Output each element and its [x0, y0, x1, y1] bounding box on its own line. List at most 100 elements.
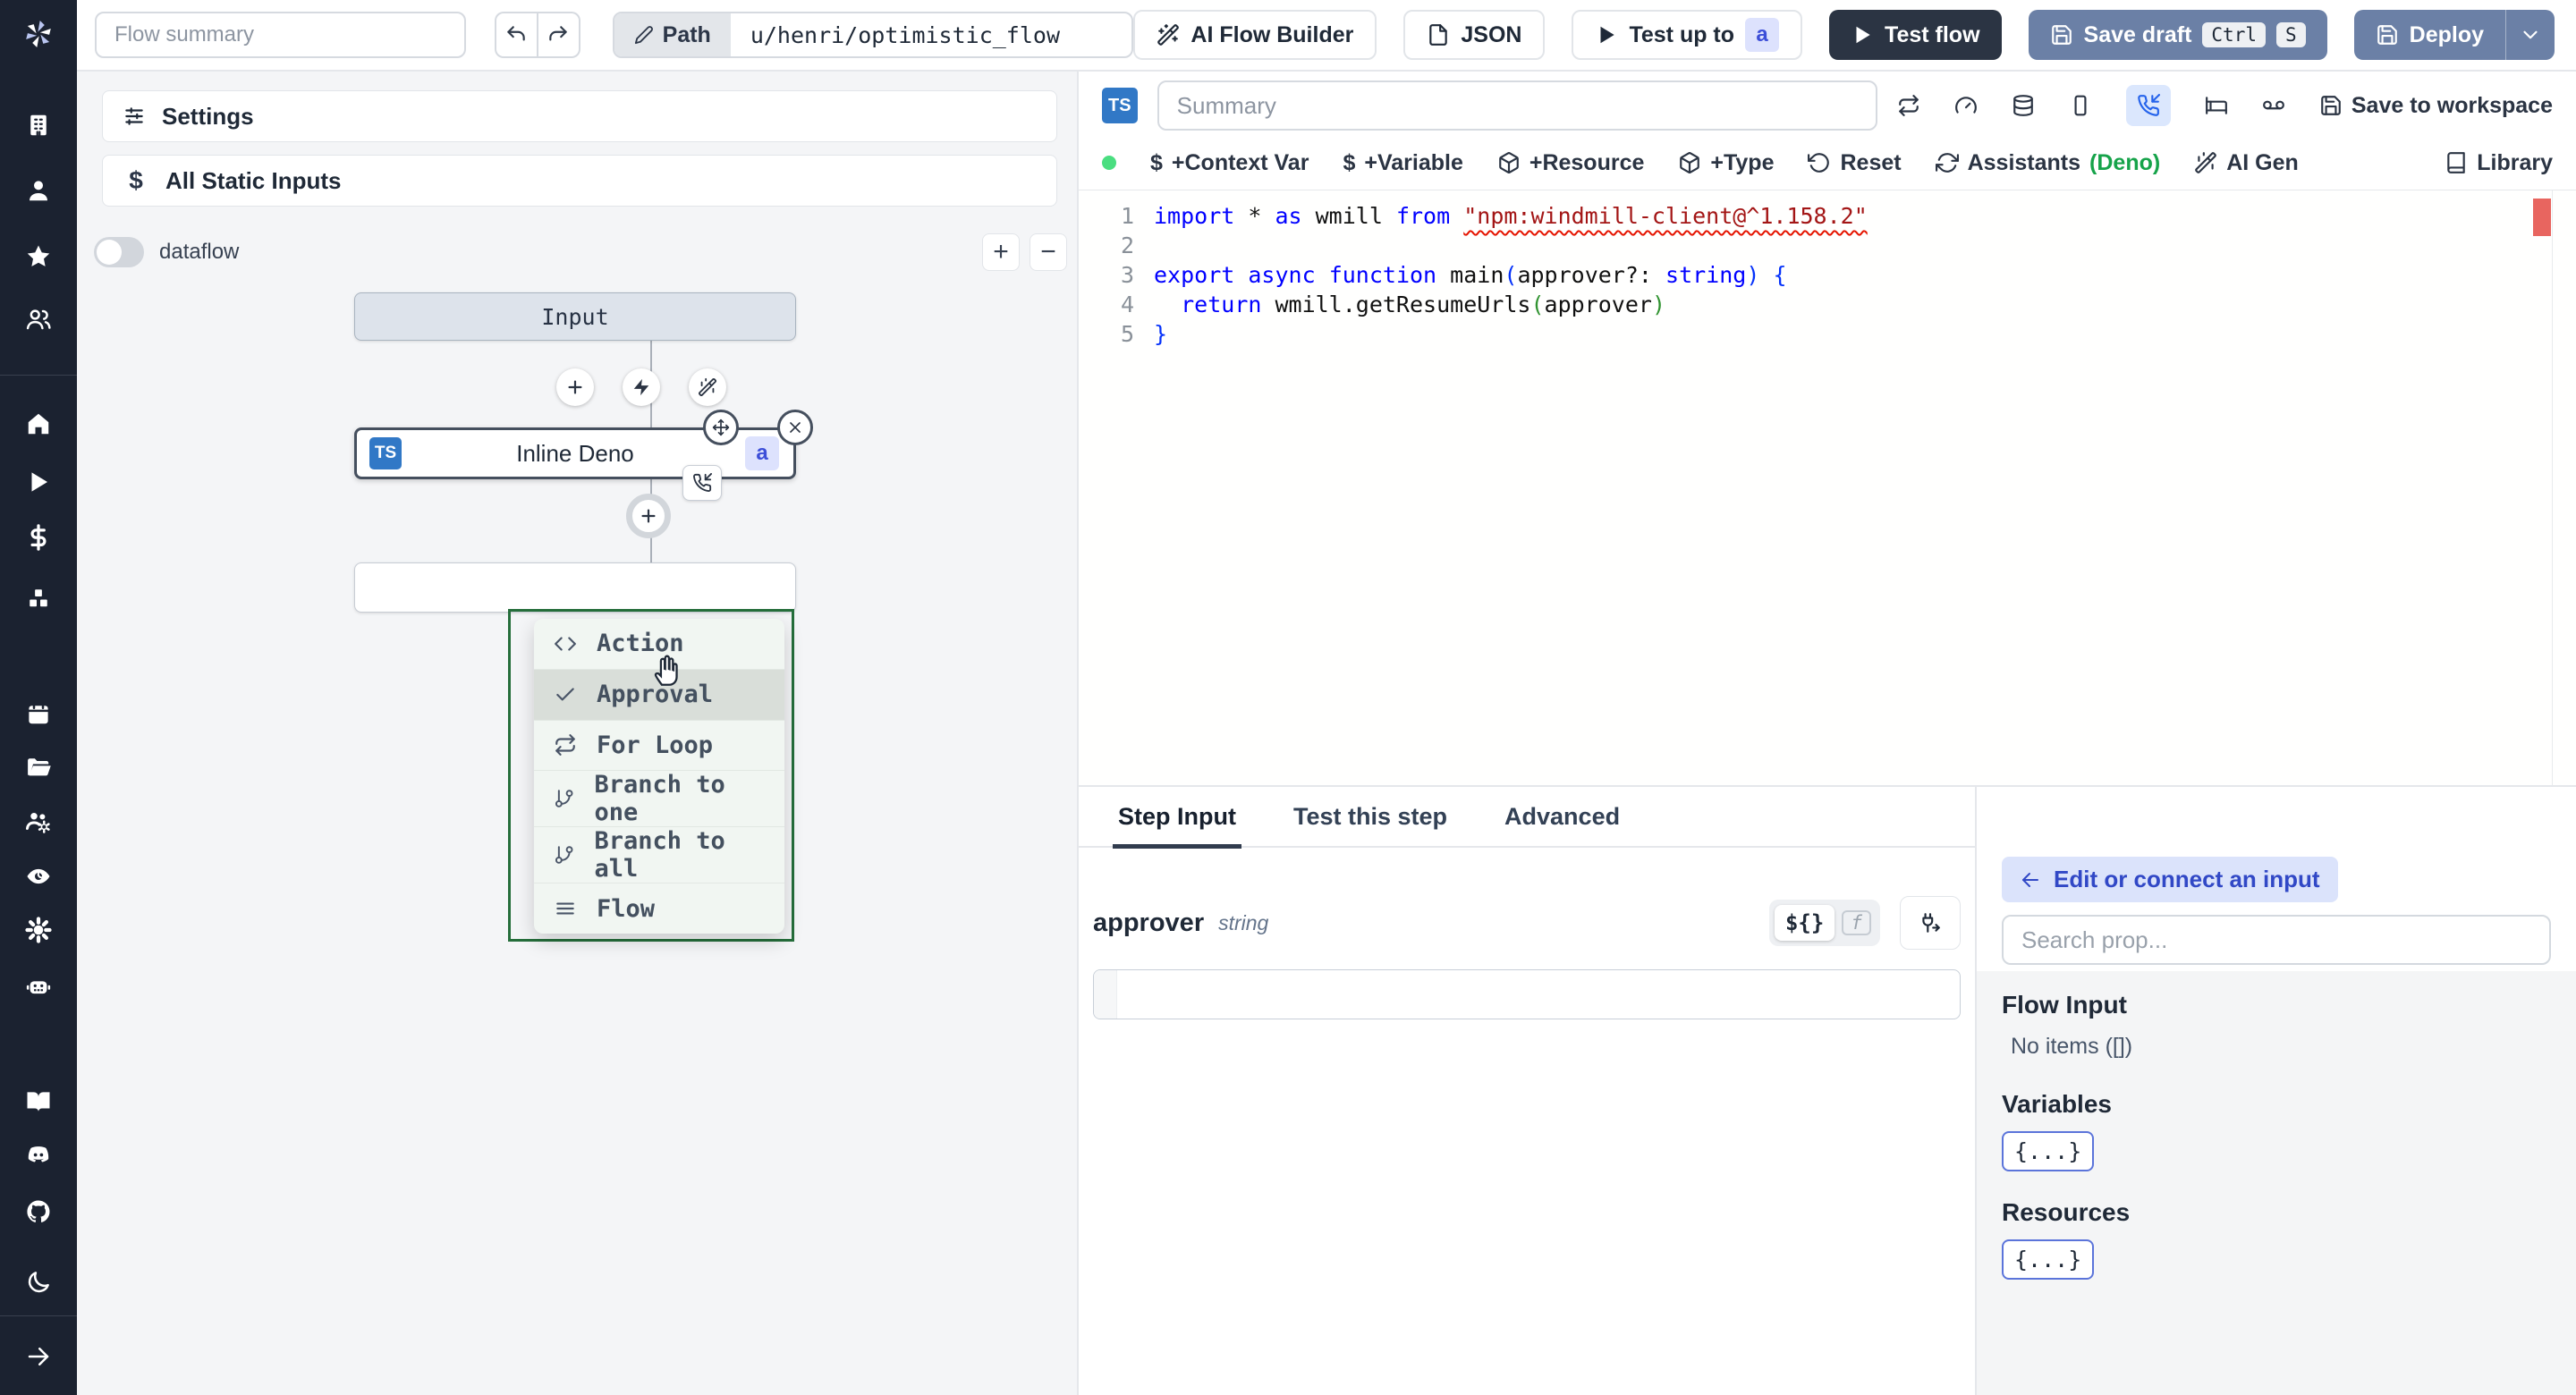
arg-name: approver — [1093, 908, 1205, 937]
reset-button[interactable]: Reset — [1808, 150, 1902, 176]
groups-icon[interactable] — [21, 301, 56, 337]
docs-book-icon[interactable] — [21, 1084, 56, 1120]
menu-item-branch-to-all[interactable]: Branch to all — [534, 827, 784, 884]
insert-step-plus-button[interactable] — [556, 368, 594, 406]
insert-point-plus-button[interactable] — [626, 494, 671, 538]
schedules-calendar-icon[interactable] — [21, 696, 56, 731]
settings-label: Settings — [162, 102, 254, 130]
add-type-button[interactable]: +Type — [1678, 150, 1774, 176]
settings-gear-icon[interactable] — [21, 912, 56, 948]
resources-object-chip[interactable]: {...} — [2002, 1239, 2095, 1280]
divider-flow-editor[interactable] — [1077, 72, 1079, 1395]
assistants-button[interactable]: Assistants (Deno) — [1935, 150, 2160, 176]
divider-editor-step[interactable] — [1079, 785, 2576, 787]
zoom-in-button[interactable]: + — [982, 233, 1020, 271]
pending-step-node[interactable] — [354, 562, 796, 613]
dark-mode-moon-icon[interactable] — [21, 1264, 56, 1300]
mock-icon[interactable] — [2069, 94, 2092, 117]
variables-object-chip[interactable]: {...} — [2002, 1131, 2095, 1171]
tab-test-this-step[interactable]: Test this step — [1293, 786, 1447, 847]
undo-button[interactable] — [494, 12, 538, 58]
menu-item-branch-to-one[interactable]: Branch to one — [534, 771, 784, 828]
ai-flow-builder-button[interactable]: AI Flow Builder — [1133, 10, 1377, 60]
variables-dollar-icon[interactable] — [21, 520, 56, 555]
sleep-bed-icon[interactable] — [2205, 94, 2228, 117]
divider-step-props[interactable] — [1975, 787, 1977, 1395]
editor-scrollbar[interactable] — [2533, 190, 2553, 785]
refresh-icon — [1935, 153, 1959, 173]
search-prop-input[interactable] — [2002, 915, 2551, 965]
insert-ai-button[interactable] — [689, 368, 726, 406]
add-context-var-button[interactable]: $ +Context Var — [1150, 150, 1309, 176]
expr-mode-button[interactable]: ${} — [1774, 905, 1835, 941]
menu-item-action[interactable]: Action — [534, 619, 784, 670]
save-draft-button[interactable]: Save draft Ctrl S — [2028, 10, 2327, 60]
path-value: u/henri/optimistic_flow — [750, 21, 1061, 48]
resources-cubes-icon[interactable] — [21, 580, 56, 616]
retries-icon[interactable] — [1897, 94, 1920, 117]
github-icon[interactable] — [21, 1194, 56, 1230]
connect-input-button[interactable] — [1900, 896, 1961, 950]
flow-settings-button[interactable]: Settings — [102, 90, 1057, 142]
add-variable-button[interactable]: $ +Variable — [1343, 150, 1462, 176]
save-icon — [2051, 25, 2072, 45]
kbd-ctrl: Ctrl — [2202, 22, 2266, 47]
fn-mode-button[interactable]: f — [1842, 910, 1871, 935]
favorites-star-icon[interactable] — [21, 239, 56, 275]
cache-database-icon[interactable] — [2012, 94, 2035, 117]
test-flow-button[interactable]: Test flow — [1829, 10, 2002, 60]
test-up-to-label: Test up to — [1629, 21, 1735, 47]
step-summary-input[interactable] — [1157, 80, 1877, 131]
expand-rail-arrow-icon[interactable] — [21, 1339, 56, 1374]
insert-trigger-button[interactable] — [623, 368, 660, 406]
flow-graph-panel: Settings $ All Static Inputs dataflow + … — [77, 72, 1077, 1395]
redo-button[interactable] — [537, 12, 580, 58]
all-static-inputs-button[interactable]: $ All Static Inputs — [102, 155, 1057, 207]
workers-robot-icon[interactable] — [21, 968, 56, 1004]
play-icon — [1600, 26, 1615, 44]
dataflow-toggle[interactable] — [94, 237, 144, 267]
kbd-s: S — [2275, 22, 2306, 47]
input-node-label: Input — [541, 303, 609, 330]
audit-eye-icon[interactable] — [21, 858, 56, 894]
json-button[interactable]: JSON — [1403, 10, 1546, 60]
flow-summary-input[interactable] — [95, 12, 466, 58]
code-editor[interactable]: 12345 import * as wmill from "npm:windmi… — [1079, 190, 2576, 785]
library-button[interactable]: Library — [2445, 150, 2553, 176]
delete-step-button[interactable] — [777, 410, 813, 445]
deploy-button[interactable]: Deploy — [2354, 10, 2505, 60]
flow-path-field[interactable]: Path u/henri/optimistic_flow — [612, 12, 1134, 58]
typescript-badge: TS — [369, 437, 402, 469]
suspend-approval-icon[interactable] — [2125, 85, 2171, 126]
arg-value-editor[interactable] — [1093, 969, 1961, 1019]
dollar-icon: $ — [129, 166, 143, 194]
error-overview-marker — [2533, 199, 2551, 236]
menu-item-for-loop[interactable]: For Loop — [534, 721, 784, 772]
home-icon[interactable] — [21, 406, 56, 442]
insert-step-menu: Action Approval For Loop Branch to one B… — [534, 619, 784, 934]
early-stop-voicemail-icon[interactable] — [2262, 94, 2285, 117]
tab-step-input[interactable]: Step Input — [1113, 786, 1241, 849]
flow-input-node[interactable]: Input — [354, 292, 796, 341]
save-to-workspace-button[interactable]: Save to workspace — [2319, 93, 2553, 119]
windmill-logo[interactable] — [21, 16, 56, 52]
concurrency-gauge-icon[interactable] — [1954, 94, 1978, 117]
groups-admin-icon[interactable] — [21, 804, 56, 840]
user-icon[interactable] — [21, 173, 56, 208]
top-toolbar: Path u/henri/optimistic_flow AI Flow Bui… — [77, 0, 2576, 72]
runs-play-icon[interactable] — [21, 464, 56, 500]
folders-icon[interactable] — [21, 749, 56, 785]
deploy-dropdown-button[interactable] — [2505, 10, 2555, 60]
ai-gen-button[interactable]: AI Gen — [2194, 150, 2299, 176]
test-up-to-button[interactable]: Test up to a — [1572, 10, 1803, 60]
add-resource-button[interactable]: +Resource — [1497, 150, 1644, 176]
discord-icon[interactable] — [21, 1137, 56, 1173]
workspace-icon[interactable] — [21, 107, 56, 143]
edit-or-connect-button[interactable]: Edit or connect an input — [2002, 857, 2338, 902]
menu-item-approval[interactable]: Approval — [534, 669, 784, 721]
menu-item-flow[interactable]: Flow — [534, 884, 784, 934]
zoom-out-button[interactable]: − — [1030, 233, 1067, 271]
save-icon — [2321, 96, 2341, 115]
move-step-button[interactable] — [703, 410, 739, 445]
tab-advanced[interactable]: Advanced — [1504, 786, 1620, 847]
